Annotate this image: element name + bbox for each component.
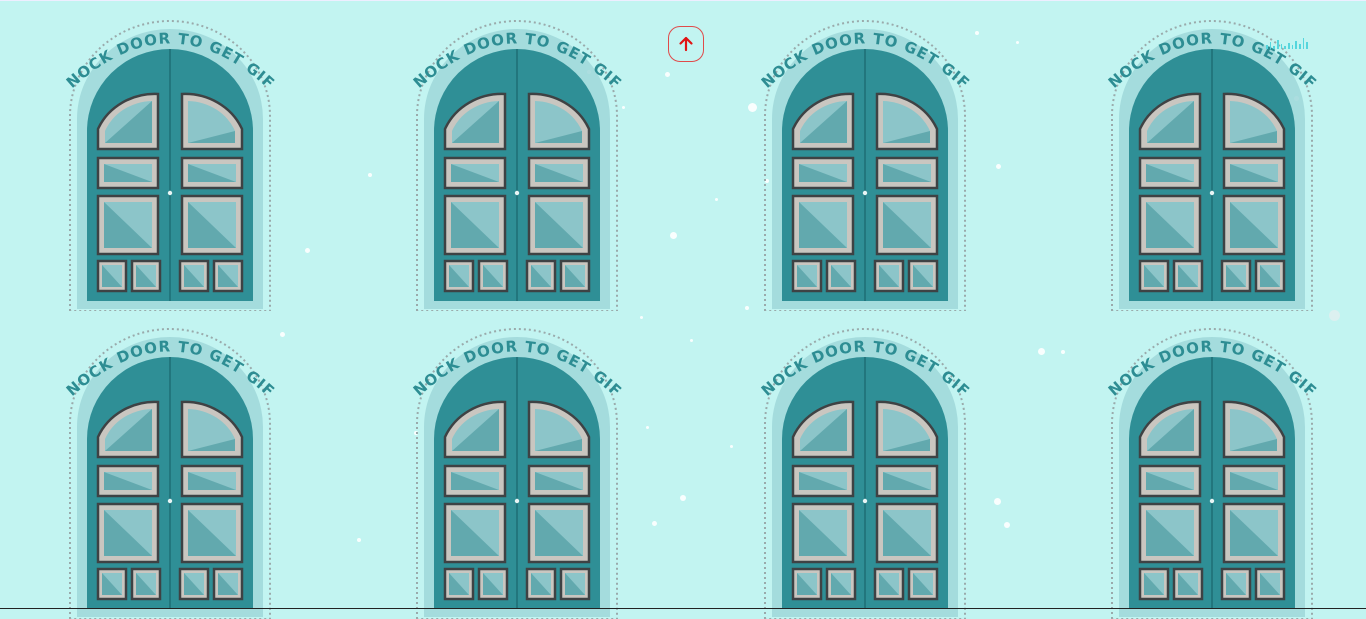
door-card[interactable]: KNOCK DOOR TO GET GIFT: [760, 11, 970, 311]
door-icon: KNOCK DOOR TO GET GIFT: [65, 11, 275, 311]
door-card[interactable]: KNOCK DOOR TO GET GIFT: [65, 319, 275, 619]
door-icon: KNOCK DOOR TO GET GIFT: [1107, 11, 1317, 311]
audio-bar: [1273, 46, 1276, 49]
door-card[interactable]: KNOCK DOOR TO GET GIFT: [412, 319, 622, 619]
door-card[interactable]: KNOCK DOOR TO GET GIFT: [65, 11, 275, 311]
door-icon: KNOCK DOOR TO GET GIFT: [760, 11, 970, 311]
audio-bar: [1266, 45, 1268, 49]
door-icon: KNOCK DOOR TO GET GIFT: [1107, 319, 1317, 619]
door-icon: KNOCK DOOR TO GET GIFT: [65, 319, 275, 619]
audio-bar: [1284, 46, 1287, 49]
audio-bar: [1280, 44, 1283, 49]
door-card[interactable]: KNOCK DOOR TO GET GIFT: [1107, 11, 1317, 311]
audio-bar: [1288, 43, 1290, 49]
audio-bar: [1291, 45, 1294, 49]
door-card[interactable]: KNOCK DOOR TO GET GIFT: [760, 319, 970, 619]
audio-bar: [1277, 40, 1279, 49]
audio-bar: [1269, 42, 1272, 49]
audio-bar: [1306, 42, 1309, 49]
arrow-up-icon: [679, 36, 693, 52]
audio-bar: [1295, 41, 1298, 49]
audio-bar: [1299, 44, 1301, 49]
music-toggle-button[interactable]: [1266, 35, 1309, 49]
audio-bar: [1302, 38, 1305, 49]
door-card[interactable]: KNOCK DOOR TO GET GIFT: [412, 11, 622, 311]
door-icon: KNOCK DOOR TO GET GIFT: [412, 319, 622, 619]
door-icon: KNOCK DOOR TO GET GIFT: [412, 11, 622, 311]
door-card[interactable]: KNOCK DOOR TO GET GIFT: [1107, 319, 1317, 619]
door-icon: KNOCK DOOR TO GET GIFT: [760, 319, 970, 619]
scroll-to-top-button[interactable]: [668, 26, 704, 62]
